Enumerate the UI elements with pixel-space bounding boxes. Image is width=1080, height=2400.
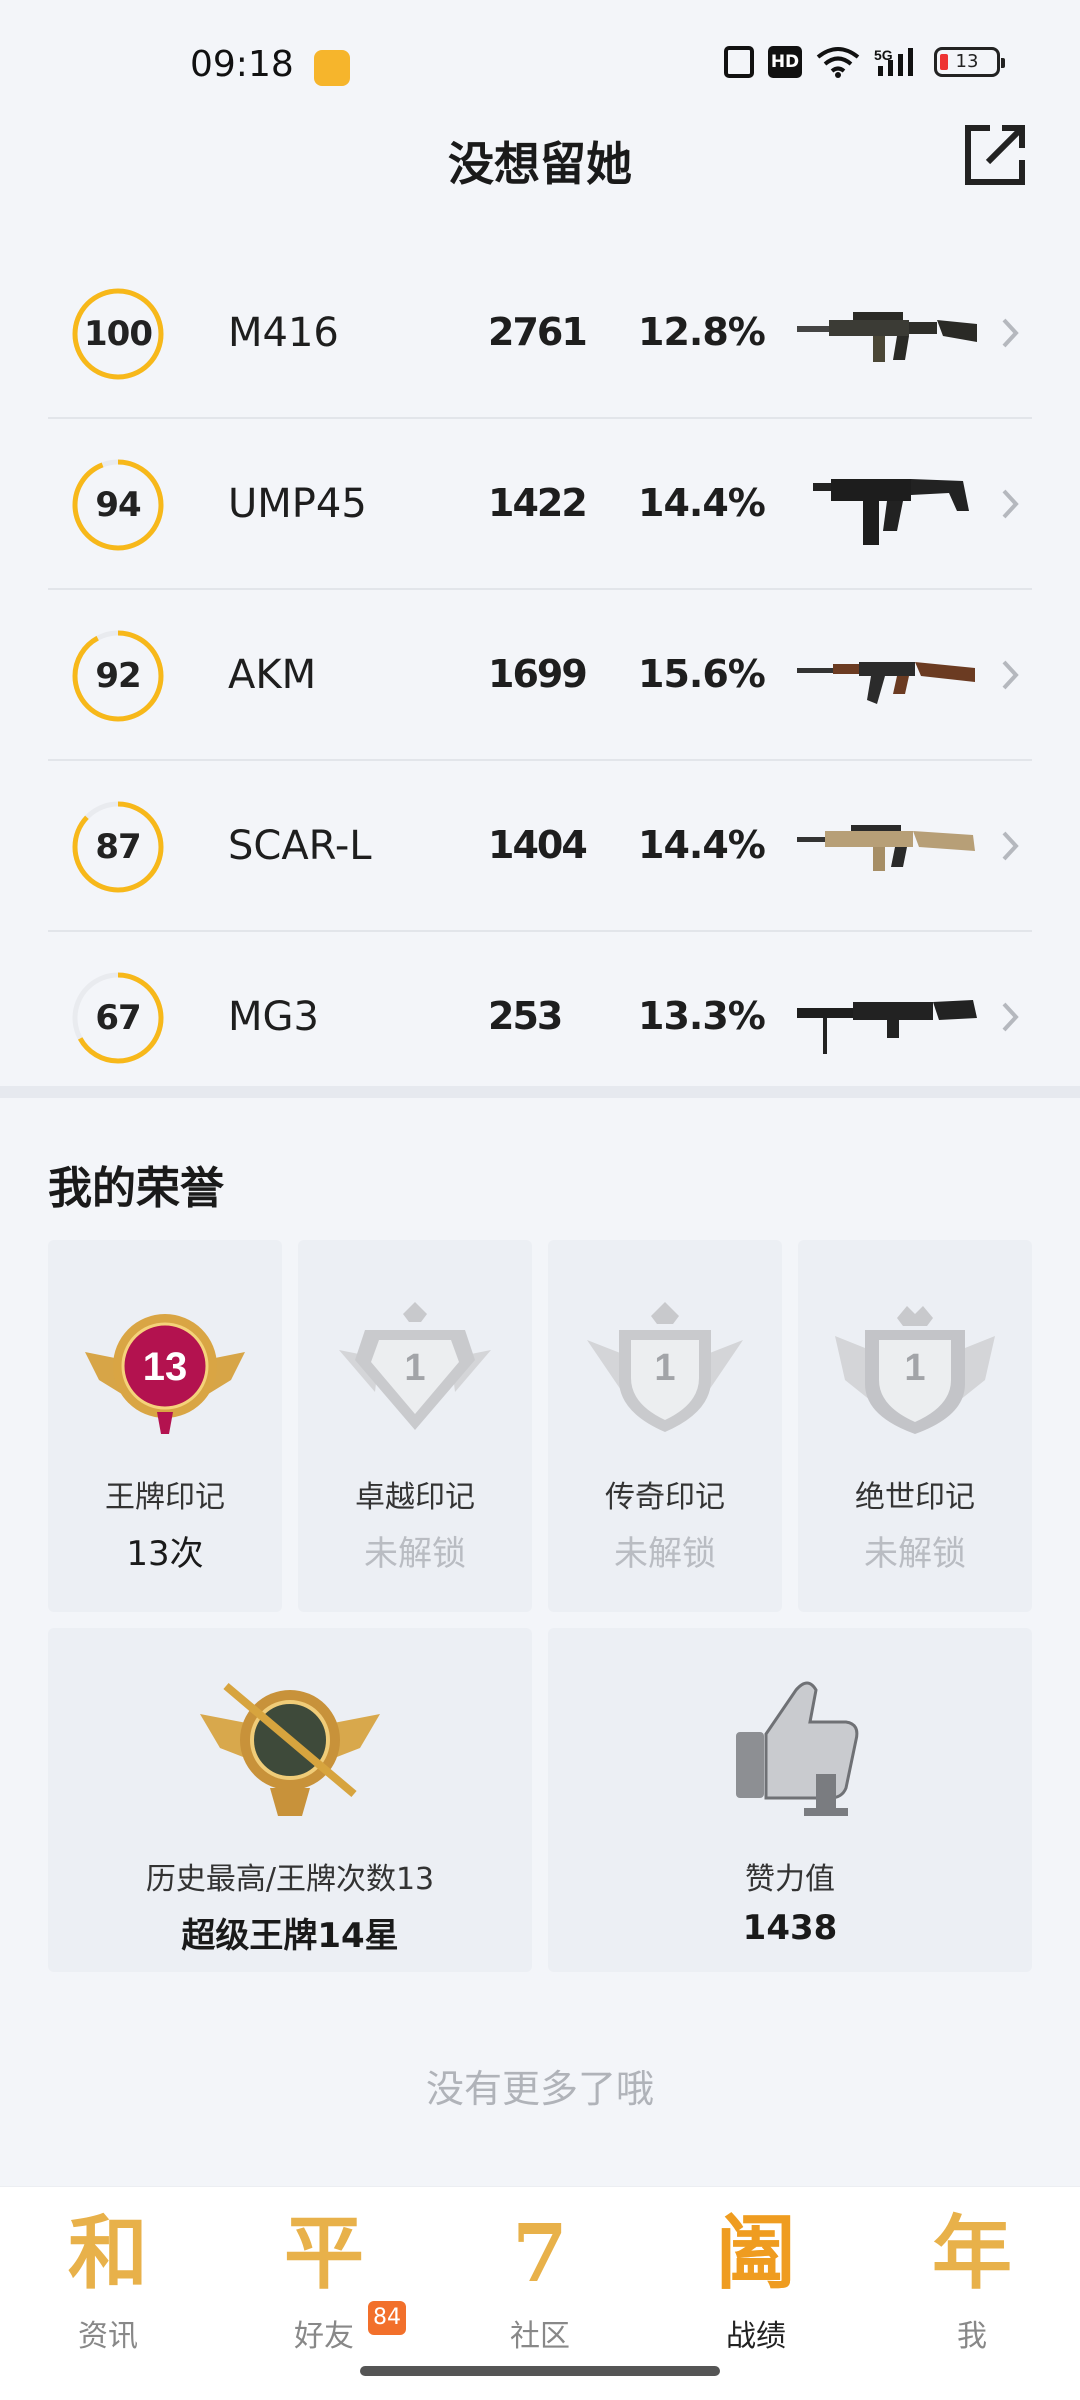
weapon-row-mg3[interactable]: 67 MG3 253 13.3%	[48, 932, 1032, 1103]
weapon-row-m416[interactable]: 100 M416 2761 12.8%	[48, 248, 1032, 419]
badge-number: 1	[654, 1347, 675, 1389]
status-icons: HD 5G 13	[724, 46, 1005, 78]
super-ace-emblem-icon	[200, 1682, 380, 1816]
weapon-rate: 12.8%	[638, 310, 766, 354]
mg-icon	[797, 1000, 977, 1054]
badge-card-ace[interactable]: 13 王牌印记 13次	[48, 1240, 282, 1612]
badge-number: 1	[904, 1347, 925, 1389]
weapon-score: 87	[95, 827, 141, 867]
friends-count-badge: 84	[368, 2301, 406, 2335]
section-divider	[0, 1086, 1080, 1098]
weapon-score: 67	[95, 998, 141, 1038]
ak-icon	[797, 662, 975, 704]
chevron-right-icon	[1002, 831, 1019, 861]
weapon-kills: 2761	[488, 310, 588, 354]
nav-item-records[interactable]: 阖 战绩	[648, 2205, 864, 2375]
records-icon: 阖	[708, 2205, 804, 2301]
excellence-badge-icon: 1	[339, 1302, 491, 1430]
battery-icon: 13	[934, 47, 1005, 77]
badge-card-excellence[interactable]: 1 卓越印记 未解锁	[298, 1240, 532, 1612]
nav-label: 战绩	[726, 2319, 786, 2354]
weapon-score: 92	[95, 656, 141, 696]
badge-number: 1	[404, 1347, 425, 1389]
weapon-rate: 14.4%	[638, 823, 766, 867]
likes-label: 赞力值	[745, 1862, 835, 1897]
weapon-rate: 15.6%	[638, 652, 766, 696]
badge-name: 王牌印记	[105, 1480, 225, 1515]
chevron-right-icon	[1002, 489, 1019, 519]
end-of-list-text: 没有更多了哦	[425, 2067, 654, 2111]
weapon-name: AKM	[228, 652, 317, 698]
likes-card[interactable]: 赞力值 1438	[548, 1628, 1032, 1972]
weapon-score: 100	[84, 314, 153, 354]
badge-name: 卓越印记	[355, 1480, 475, 1515]
history-best-card[interactable]: 历史最高/王牌次数13 超级王牌14星	[48, 1628, 532, 1972]
badge-card-peerless[interactable]: 1 绝世印记 未解锁	[798, 1240, 1032, 1612]
weapon-rate: 14.4%	[638, 481, 766, 525]
weapon-row-ump45[interactable]: 94 UMP45 1422 14.4%	[48, 419, 1032, 590]
scar-icon	[797, 825, 975, 871]
badge-card-legend[interactable]: 1 传奇印记 未解锁	[548, 1240, 782, 1612]
thumbs-up-icon	[736, 1681, 859, 1816]
legend-badge-icon: 1	[587, 1302, 743, 1432]
wifi-icon	[816, 47, 860, 78]
nav-label: 社区	[510, 2319, 570, 2354]
news-icon: 和	[68, 2206, 148, 2300]
nav-label: 我	[957, 2319, 987, 2354]
nav-label: 资讯	[78, 2319, 138, 2354]
notification-app-icon	[314, 50, 350, 86]
friends-icon: 平	[284, 2206, 364, 2300]
badge-name: 绝世印记	[855, 1480, 975, 1515]
badge-value: 未解锁	[864, 1534, 966, 1574]
smg-icon	[813, 479, 969, 545]
weapon-name: M416	[228, 310, 339, 356]
honors-title: 我的荣誉	[48, 1163, 224, 1214]
weapon-name: MG3	[228, 994, 319, 1040]
weapon-kills: 1422	[488, 481, 588, 525]
weapon-list: 100 M416 2761 12.8% 94 UMP45 1422 14.4%	[48, 248, 1032, 1103]
share-icon[interactable]	[962, 122, 1028, 188]
chevron-right-icon	[1002, 1002, 1019, 1032]
history-best-label: 历史最高/王牌次数13	[145, 1862, 435, 1897]
status-time: 09:18	[190, 44, 294, 85]
weapon-name: SCAR-L	[228, 823, 372, 869]
ace-badge-icon: 13	[85, 1314, 245, 1434]
nav-item-news[interactable]: 和 资讯	[0, 2205, 216, 2375]
weapon-rate: 13.3%	[638, 994, 766, 1038]
community-icon: 7	[512, 2206, 568, 2300]
weapon-row-scar-l[interactable]: 87 SCAR-L 1404 14.4%	[48, 761, 1032, 932]
chevron-right-icon	[1002, 318, 1019, 348]
history-best-value: 超级王牌14星	[181, 1916, 399, 1956]
hd-icon: HD	[768, 46, 802, 78]
weapon-kills: 1699	[488, 652, 588, 696]
badge-value: 13次	[126, 1534, 204, 1574]
badge-number: 13	[143, 1345, 188, 1389]
me-icon: 年	[932, 2206, 1012, 2300]
home-indicator[interactable]	[360, 2366, 720, 2376]
nav-item-friends[interactable]: 平 84 好友	[216, 2205, 432, 2375]
weapon-name: UMP45	[228, 481, 367, 527]
status-bar: 09:18 HD 5G 13	[0, 0, 1080, 130]
weapon-kills: 253	[488, 994, 563, 1038]
nav-item-me[interactable]: 年 我	[864, 2205, 1080, 2375]
nfc-icon	[724, 46, 754, 78]
chevron-right-icon	[1002, 660, 1019, 690]
badge-name: 传奇印记	[605, 1480, 725, 1515]
likes-value: 1438	[742, 1908, 838, 1948]
rifle-icon	[797, 312, 977, 362]
peerless-badge-icon: 1	[835, 1306, 995, 1434]
badge-value: 未解锁	[364, 1534, 466, 1574]
nav-item-community[interactable]: 7 社区	[432, 2205, 648, 2375]
signal-icon: 5G	[874, 47, 913, 76]
page-title: 没想留她	[448, 137, 632, 191]
weapon-row-akm[interactable]: 92 AKM 1699 15.6%	[48, 590, 1032, 761]
weapon-kills: 1404	[488, 823, 588, 867]
badge-value: 未解锁	[614, 1534, 716, 1574]
weapon-score: 94	[95, 485, 141, 525]
